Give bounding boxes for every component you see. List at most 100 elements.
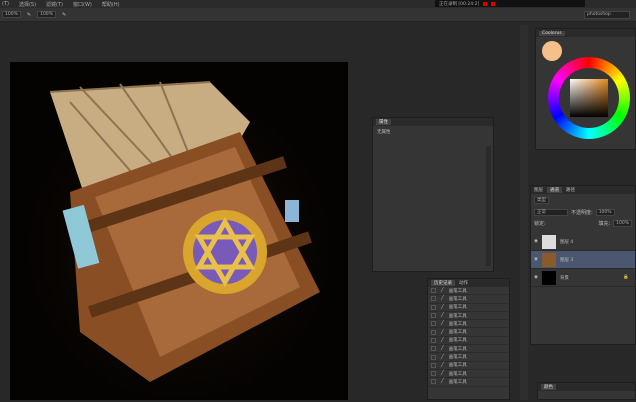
layer-name[interactable]: 图层 3 [560,257,573,263]
brush-icon: ╱ [441,321,444,327]
tab-coolorus[interactable]: Coolorus [539,30,565,36]
fill-field[interactable]: 100% [613,220,632,227]
snapshot-checkbox[interactable] [431,329,436,335]
layer-opacity-field[interactable]: 100% [595,209,615,216]
menu-window[interactable]: 窗口(W) [73,1,92,8]
snapshot-checkbox[interactable] [431,346,436,352]
brush-icon: ╱ [441,304,444,310]
menu-select[interactable]: 选择(S) [19,1,36,8]
layer-thumbnail [541,270,556,285]
no-properties-text: 无属性 [377,130,391,135]
scrollbar[interactable] [486,146,491,266]
history-label: 画笔工具 [448,379,467,385]
history-item[interactable]: ╱ 画笔工具 [428,312,509,321]
history-label: 画笔工具 [448,296,467,302]
eye-icon[interactable]: ◉ [534,275,538,280]
layer-thumbnail [541,234,556,249]
history-item[interactable]: ╱ 画笔工具 [428,337,509,346]
history-panel: 历史记录 动作 ╱ 画笔工具 ╱ 画笔工具 ╱ 画笔工具 ╱ 画笔工具 ╱ 画笔工具 ╱ 画笔工具 ╱ 画笔… [427,278,510,400]
history-label: 画笔工具 [448,371,467,377]
saturation-square[interactable] [570,79,608,117]
tab-history[interactable]: 历史记录 [431,280,455,286]
layers-panel: 图层 通道 路径 类型 正常 不透明度: 100% 锁定: 填充: 100% ◉ 图层 4 ◉ 图… [530,185,636,345]
layer-row[interactable]: ◉ 图层 3 [531,251,635,269]
snapshot-checkbox[interactable] [431,379,436,385]
workspace-select[interactable]: photoshop [584,11,630,19]
snapshot-checkbox[interactable] [431,337,436,343]
history-label: 画笔工具 [448,346,467,352]
document-canvas[interactable] [10,62,348,400]
stop-icon[interactable] [483,1,488,6]
record-icon[interactable] [491,1,496,6]
history-label: 画笔工具 [448,321,467,327]
layer-name[interactable]: 图层 4 [560,239,573,245]
history-item[interactable]: ╱ 画笔工具 [428,287,509,296]
history-label: 画笔工具 [448,313,467,319]
history-item[interactable]: ╱ 画笔工具 [428,345,509,354]
tab-channels[interactable]: 通道 [547,187,562,193]
options-bar: 100% ✎ 100% ✎ [0,8,636,22]
recording-bar: 正在录制 [00:24:2] [435,0,585,7]
history-label: 画笔工具 [448,338,467,344]
history-item[interactable]: ╱ 画笔工具 [428,353,509,362]
history-label: 画笔工具 [448,288,467,294]
flow-field[interactable]: 100% [2,11,21,18]
history-label: 画笔工具 [448,363,467,369]
brush-icon: ╱ [441,296,444,302]
layer-filter-select[interactable]: 类型 [534,197,549,204]
opacity-label: 不透明度: [571,210,593,216]
brush-icon: ╱ [441,346,444,352]
snapshot-checkbox[interactable] [431,288,436,294]
snapshot-checkbox[interactable] [431,371,436,377]
tab-actions[interactable]: 动作 [459,280,468,286]
book-artwork [10,62,348,400]
history-item[interactable]: ╱ 画笔工具 [428,295,509,304]
snapshot-checkbox[interactable] [431,354,436,360]
blend-mode-select[interactable]: 正常 [534,209,568,216]
layer-name[interactable]: 背景 [560,275,569,281]
history-item[interactable]: ╱ 画笔工具 [428,378,509,387]
fill-label: 填充: [598,221,611,227]
menu-filter[interactable]: 滤镜(T) [46,1,63,8]
brush-icon: ╱ [441,313,444,319]
eye-icon[interactable]: ◉ [534,239,538,244]
tab-color[interactable]: 颜色 [541,384,556,390]
layer-row[interactable]: ◉ 图层 4 [531,233,635,251]
brush-icon: ╱ [441,362,444,368]
tab-layers[interactable]: 图层 [534,187,543,193]
history-item[interactable]: ╱ 画笔工具 [428,304,509,312]
snapshot-checkbox[interactable] [431,321,436,327]
opacity-field[interactable]: 100% [37,11,56,18]
menu-help[interactable]: 帮助(H) [102,1,120,8]
brush-icon: ╱ [441,371,444,377]
snapshot-checkbox[interactable] [431,313,436,319]
snapshot-checkbox[interactable] [431,296,436,302]
history-item[interactable]: ╱ 画笔工具 [428,320,509,329]
swatches-panel: 颜色 [537,382,636,400]
history-label: 画笔工具 [448,330,467,336]
eye-icon[interactable]: ◉ [534,257,538,262]
brush-icon: ╱ [441,354,444,360]
layer-row[interactable]: ◉ 背景 🔒 [531,269,635,287]
history-label: 画笔工具 [448,305,467,311]
brush-icon: ╱ [441,337,444,343]
snapshot-checkbox[interactable] [431,362,436,368]
foreground-color-swatch[interactable] [542,41,562,61]
history-item[interactable]: ╱ 画笔工具 [428,370,509,379]
hue-wheel[interactable] [548,57,630,139]
history-item[interactable]: ╱ 画笔工具 [428,328,509,337]
layer-thumbnail [541,252,556,267]
pressure-icon[interactable]: ✎ [62,12,66,18]
lock-icon: 🔒 [623,275,629,280]
snapshot-checkbox[interactable] [431,304,436,310]
tab-paths[interactable]: 路径 [566,187,575,193]
properties-panel: 属性 无属性 [372,117,494,272]
airbrush-icon[interactable]: ✎ [27,12,31,18]
tab-properties[interactable]: 属性 [376,119,391,125]
recording-title: 正在录制 [00:24:2] [439,1,480,7]
brush-icon: ╱ [441,329,444,335]
panel-dock-icons[interactable] [520,25,528,400]
brush-icon: ╱ [441,288,444,294]
menu-item[interactable]: (T) [2,1,9,7]
history-item[interactable]: ╱ 画笔工具 [428,362,509,370]
